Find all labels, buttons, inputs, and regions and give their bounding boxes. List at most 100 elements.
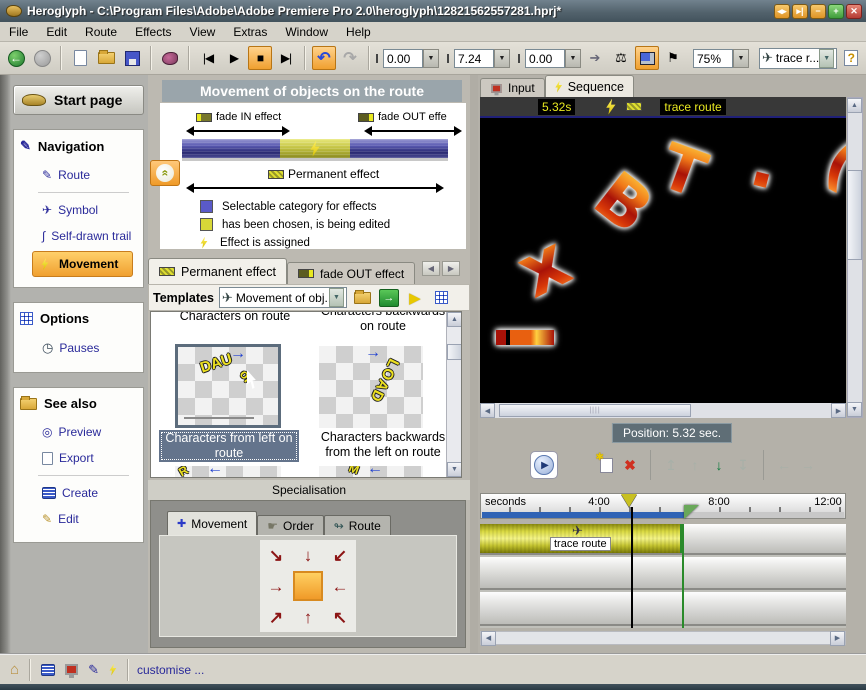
customise-link[interactable]: customise ... — [137, 663, 204, 677]
scroll-tabs-right-button[interactable]: ▶ — [442, 261, 460, 276]
menu-route[interactable]: Route — [76, 23, 126, 41]
open-project-button[interactable] — [94, 46, 118, 70]
balance-button[interactable]: ⚖ — [609, 46, 633, 70]
tab-route[interactable]: ↬ Route — [323, 515, 391, 535]
maximize-button[interactable]: + — [828, 3, 844, 19]
direction-arrow-sw[interactable]: ↙ — [333, 547, 347, 564]
preview-horizontal-scrollbar[interactable]: ◀ |||| ▶ — [480, 403, 846, 418]
template-item-label[interactable]: Characters backwards on route — [313, 312, 453, 334]
template-item-label[interactable]: Characters backwards from the left on ro… — [309, 430, 457, 460]
collapse-diagram-button[interactable]: « — [150, 160, 180, 186]
scroll-right-button[interactable]: ▶ — [831, 403, 846, 418]
track-row[interactable] — [480, 557, 846, 590]
scroll-up-button[interactable]: ▲ — [447, 312, 461, 327]
back-button[interactable]: ← — [4, 46, 28, 70]
sidebar-item-pauses[interactable]: ◷ Pauses — [18, 334, 139, 362]
fade-out-time-dropdown[interactable]: ▼ — [565, 48, 581, 68]
scroll-thumb[interactable] — [447, 344, 461, 360]
playhead-line[interactable] — [631, 507, 633, 628]
tab-fade-out-effect[interactable]: fade OUT effect — [286, 262, 416, 284]
tab-order[interactable]: ☛ Order — [257, 515, 324, 535]
redo-button[interactable]: ↷ — [338, 46, 362, 70]
minimize-button[interactable]: − — [810, 3, 826, 19]
new-effect-button[interactable] — [594, 452, 618, 473]
sidebar-item-preview[interactable]: ◎ Preview — [18, 419, 139, 445]
tab-sequence[interactable]: Sequence — [544, 75, 635, 97]
forward-button[interactable] — [30, 46, 54, 70]
pan-window-button[interactable]: ◂▸ — [774, 3, 790, 19]
menu-extras[interactable]: Extras — [224, 23, 276, 41]
direction-arrow-ne[interactable]: ↗ — [269, 609, 283, 626]
template-thumbnail-partial[interactable]: M ← — [319, 466, 423, 477]
effect-bar-fade-out-segment[interactable] — [350, 139, 448, 158]
pen-arrow-icon[interactable]: ✎ — [88, 662, 99, 678]
sidebar-item-export[interactable]: Export — [18, 445, 139, 471]
track-row[interactable] — [480, 592, 846, 626]
heroglyph-button[interactable] — [158, 46, 182, 70]
fade-in-time-dropdown[interactable]: ▼ — [423, 48, 439, 68]
timeline-ruler[interactable]: seconds 4:00 8:00 12:00 — [480, 493, 846, 519]
tab-permanent-effect[interactable]: Permanent effect — [148, 258, 287, 284]
move-down-button[interactable]: ↓ — [707, 457, 731, 473]
grid-view-button[interactable] — [431, 288, 453, 308]
scroll-left-button[interactable]: ◀ — [480, 403, 495, 418]
menu-help[interactable]: Help — [337, 23, 380, 41]
sidebar-item-edit[interactable]: ✎ Edit — [18, 506, 139, 532]
scroll-thumb[interactable] — [847, 170, 862, 260]
next-button[interactable]: → — [796, 457, 820, 473]
scroll-thumb[interactable]: |||| — [499, 404, 691, 417]
go-to-start-button[interactable]: |◀ — [196, 46, 220, 70]
trace-route-clip[interactable]: ✈ trace route — [480, 523, 682, 553]
video-preview[interactable]: x B T . ( — [480, 118, 846, 403]
move-up-button[interactable]: ↑ — [683, 457, 707, 473]
template-list-scrollbar[interactable]: ▲ ▼ — [446, 312, 461, 477]
effect-bar-fade-in-segment[interactable] — [182, 139, 280, 158]
scroll-tabs-left-button[interactable]: ◀ — [422, 261, 440, 276]
tab-movement[interactable]: ✚ Movement — [167, 511, 258, 535]
timeline-scrollbar[interactable]: ◀ ▶ — [480, 630, 846, 646]
3d-view-button[interactable] — [635, 46, 659, 70]
move-to-bottom-button[interactable]: ↧ — [731, 457, 755, 474]
delete-effect-button[interactable]: ✖ — [618, 457, 642, 474]
list-icon[interactable] — [41, 663, 56, 676]
templates-combo[interactable]: ✈ Movement of obj... ▼ — [218, 287, 347, 308]
menu-window[interactable]: Window — [276, 23, 337, 41]
play-button[interactable]: ▶ — [222, 46, 246, 70]
template-thumbnail[interactable]: → LOAD — [319, 346, 423, 428]
monitor-icon[interactable] — [65, 664, 79, 678]
previous-button[interactable]: ← — [772, 457, 796, 473]
duration-value[interactable]: 7.24 — [454, 48, 494, 68]
direction-arrow-e[interactable]: → — [268, 578, 285, 595]
help-button[interactable]: ? — [839, 46, 863, 70]
menu-file[interactable]: File — [0, 23, 37, 41]
track-row[interactable]: ✈ trace route — [480, 523, 846, 555]
zoom-dropdown[interactable]: ▼ — [733, 48, 749, 68]
load-template-button[interactable] — [352, 288, 374, 308]
scroll-down-button[interactable]: ▼ — [847, 402, 862, 417]
zoom-value[interactable]: 75% — [693, 48, 733, 68]
start-page-button[interactable]: Start page — [13, 85, 144, 115]
detach-window-button[interactable]: ▸| — [792, 3, 808, 19]
stop-button[interactable]: ■ — [248, 46, 272, 70]
sidebar-item-route[interactable]: ✎ Route — [18, 162, 139, 188]
effect-bar-permanent-segment[interactable] — [280, 139, 350, 158]
scroll-left-button[interactable]: ◀ — [481, 630, 496, 646]
end-marker[interactable] — [684, 505, 699, 519]
sidebar-item-self-drawn-trail[interactable]: ∫ Self-drawn trail — [18, 223, 139, 249]
move-to-top-button[interactable]: ↥ — [659, 457, 683, 474]
apply-template-button[interactable]: → — [378, 288, 399, 307]
save-project-button[interactable] — [120, 46, 144, 70]
sidebar-item-movement[interactable]: Movement — [32, 251, 133, 277]
direction-arrow-nw[interactable]: ↖ — [333, 609, 347, 626]
menu-view[interactable]: View — [181, 23, 225, 41]
templates-combo-dropdown[interactable]: ▼ — [328, 288, 344, 307]
preview-vertical-scrollbar[interactable]: ▲ ▼ — [847, 97, 863, 418]
home-icon[interactable]: ⌂ — [10, 661, 19, 678]
route-selector-dropdown[interactable]: ▼ — [819, 48, 835, 68]
lightning-icon[interactable] — [109, 663, 117, 676]
undo-button[interactable]: ↶ — [312, 46, 336, 70]
template-item-label[interactable]: Characters on route — [165, 312, 305, 324]
fade-out-time-value[interactable]: 0.00 — [525, 48, 565, 68]
menu-edit[interactable]: Edit — [37, 23, 76, 41]
direction-arrow-s[interactable]: ↓ — [304, 547, 313, 564]
